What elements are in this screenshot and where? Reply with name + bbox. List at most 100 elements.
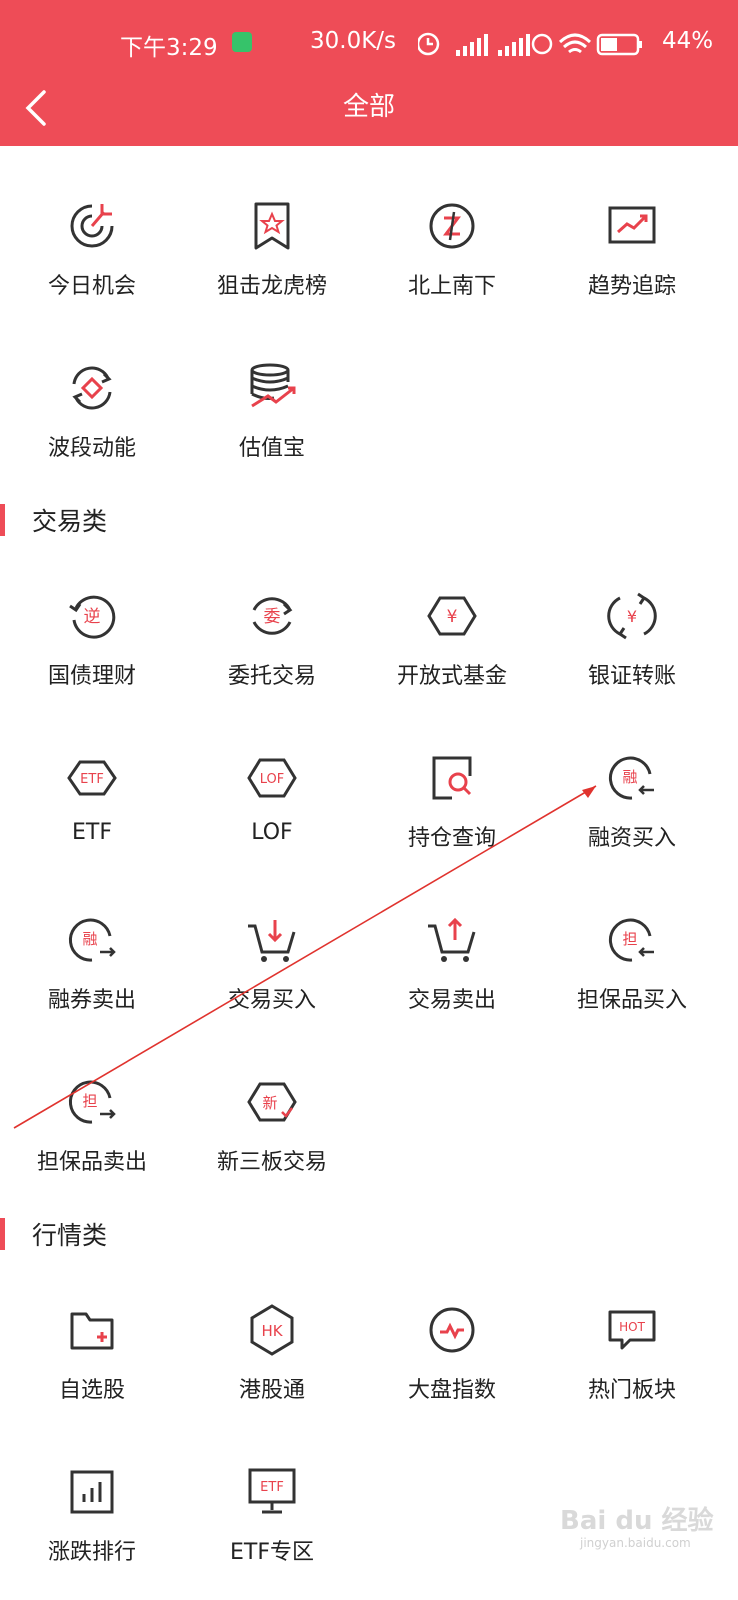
svg-text:逆: 逆 <box>84 607 101 627</box>
svg-text:¥: ¥ <box>447 607 458 627</box>
status-bar: 下午3:29 30.0K/s 44% <box>0 26 738 62</box>
item-label: 国债理财 <box>47 664 136 689</box>
svg-text:新: 新 <box>262 1094 277 1112</box>
short-sell-icon: 融 <box>68 918 116 962</box>
item-label: 融资买入 <box>587 826 676 851</box>
search-doc-icon <box>432 756 472 800</box>
grid-item-dragon-tiger[interactable]: 狙击龙虎榜 <box>180 198 364 300</box>
item-label: 狙击龙虎榜 <box>216 274 327 299</box>
section-header-market: 行情类 <box>0 1214 738 1254</box>
item-label: 大盘指数 <box>407 1378 496 1403</box>
section-accent-bar <box>0 1218 5 1250</box>
bookmark-star-icon <box>254 202 290 250</box>
folder-plus-icon <box>70 1312 114 1350</box>
section-title: 交易类 <box>32 507 108 536</box>
grid-item-hk-connect[interactable]: HK 港股通 <box>180 1302 364 1404</box>
item-label: 新三板交易 <box>216 1150 327 1175</box>
hexagon-lof-icon: LOF <box>247 758 297 798</box>
item-label: 涨跌排行 <box>47 1540 136 1565</box>
grid-item-trend-tracking[interactable]: 趋势追踪 <box>540 198 724 300</box>
grid-item-open-fund[interactable]: ¥ 开放式基金 <box>360 588 544 690</box>
item-label: 波段动能 <box>47 436 136 461</box>
north-south-icon <box>429 203 475 249</box>
cycle-diamond-icon <box>72 366 112 410</box>
grid-item-lof[interactable]: LOF LOF <box>180 750 364 845</box>
grid-item-short-sell[interactable]: 融 融券卖出 <box>0 912 184 1014</box>
hexagon-new-icon: 新 <box>247 1082 297 1122</box>
svg-text:HOT: HOT <box>619 1320 645 1334</box>
collateral-sell-icon: 担 <box>68 1080 116 1124</box>
grid-item-neeq-trade[interactable]: 新 新三板交易 <box>180 1074 364 1176</box>
monitor-etf-icon: ETF <box>248 1468 296 1514</box>
hexagon-yuan-icon: ¥ <box>427 596 477 636</box>
section-title: 行情类 <box>32 1221 108 1250</box>
hexagon-hk-icon: HK <box>250 1304 294 1356</box>
trend-chart-icon <box>608 206 656 244</box>
grid-item-market-index[interactable]: 大盘指数 <box>360 1302 544 1404</box>
hexagon-etf-icon: ETF <box>67 760 117 796</box>
item-label: 趋势追踪 <box>587 274 676 299</box>
item-label: 港股通 <box>238 1378 305 1403</box>
grid-item-trade-buy[interactable]: 交易买入 <box>180 912 364 1014</box>
watermark-url: jingyan.baidu.com <box>580 1536 691 1550</box>
watermark-logo: Bai du 经验 <box>560 1506 714 1536</box>
item-label: 开放式基金 <box>396 664 507 689</box>
item-label: 持仓查询 <box>407 826 496 851</box>
svg-text:¥: ¥ <box>627 607 637 626</box>
item-label: 融券卖出 <box>47 988 136 1013</box>
grid-item-hot-sectors[interactable]: HOT 热门板块 <box>540 1302 724 1404</box>
grid-item-watchlist[interactable]: 自选股 <box>0 1302 184 1404</box>
section-accent-bar <box>0 504 5 536</box>
svg-text:担: 担 <box>622 930 637 948</box>
svg-text:融: 融 <box>82 930 97 948</box>
grid-item-trade-sell[interactable]: 交易卖出 <box>360 912 544 1014</box>
grid-item-valuation[interactable]: 估值宝 <box>180 360 364 462</box>
item-label: ETF专区 <box>230 1540 314 1565</box>
entrust-icon: 委 <box>252 597 293 635</box>
grid-item-holdings[interactable]: 持仓查询 <box>360 750 544 852</box>
hot-bubble-icon: HOT <box>608 1310 656 1350</box>
grid-item-wave-momentum[interactable]: 波段动能 <box>0 360 184 462</box>
grid-item-today-opportunity[interactable]: 今日机会 <box>0 198 184 300</box>
item-label: 委托交易 <box>227 664 316 689</box>
app-header: 下午3:29 30.0K/s 44% 全部 <box>0 0 738 146</box>
grid-item-entrust[interactable]: 委 委托交易 <box>180 588 364 690</box>
grid-item-bank-transfer[interactable]: ¥ 银证转账 <box>540 588 724 690</box>
grid-item-gainers-losers[interactable]: 涨跌排行 <box>0 1464 184 1566</box>
item-label: ETF <box>72 820 112 845</box>
grid-item-collateral-buy[interactable]: 担 担保品买入 <box>540 912 724 1014</box>
svg-text:HK: HK <box>261 1322 283 1340</box>
grid-item-margin-buy[interactable]: 融 融资买入 <box>540 750 724 852</box>
item-label: 交易买入 <box>227 988 316 1013</box>
page-title: 全部 <box>342 92 395 122</box>
svg-text:ETF: ETF <box>80 772 104 787</box>
svg-text:担: 担 <box>82 1092 97 1110</box>
svg-text:ETF: ETF <box>260 1480 284 1495</box>
margin-buy-icon: 融 <box>608 756 654 800</box>
network-speed: 30.0K/s <box>310 28 397 54</box>
grid-item-north-south[interactable]: 北上南下 <box>360 198 544 300</box>
grid-item-etf-zone[interactable]: ETF ETF专区 <box>180 1464 364 1566</box>
status-time: 下午3:29 <box>120 35 218 61</box>
radar-icon <box>70 204 114 248</box>
svg-text:委: 委 <box>264 607 281 627</box>
svg-text:融: 融 <box>622 768 637 786</box>
index-pulse-icon <box>429 1307 475 1353</box>
grid-item-collateral-sell[interactable]: 担 担保品卖出 <box>0 1074 184 1176</box>
grid-item-etf[interactable]: ETF ETF <box>0 750 184 845</box>
item-label: 估值宝 <box>238 436 305 461</box>
item-label: 自选股 <box>58 1378 125 1403</box>
item-label: 北上南下 <box>407 274 496 299</box>
item-label: 交易卖出 <box>407 988 496 1013</box>
item-label: 银证转账 <box>587 664 676 689</box>
section-header-trade: 交易类 <box>0 500 738 540</box>
cart-up-icon <box>428 917 476 962</box>
cart-down-icon <box>248 920 296 962</box>
svg-text:LOF: LOF <box>260 772 285 787</box>
wechat-icon <box>232 32 252 52</box>
bar-ranking-icon <box>70 1470 114 1514</box>
collateral-buy-icon: 担 <box>608 918 654 962</box>
battery-level: 44% <box>662 28 714 54</box>
grid-item-treasury[interactable]: 逆 国债理财 <box>0 588 184 690</box>
reverse-repo-icon: 逆 <box>69 595 116 639</box>
